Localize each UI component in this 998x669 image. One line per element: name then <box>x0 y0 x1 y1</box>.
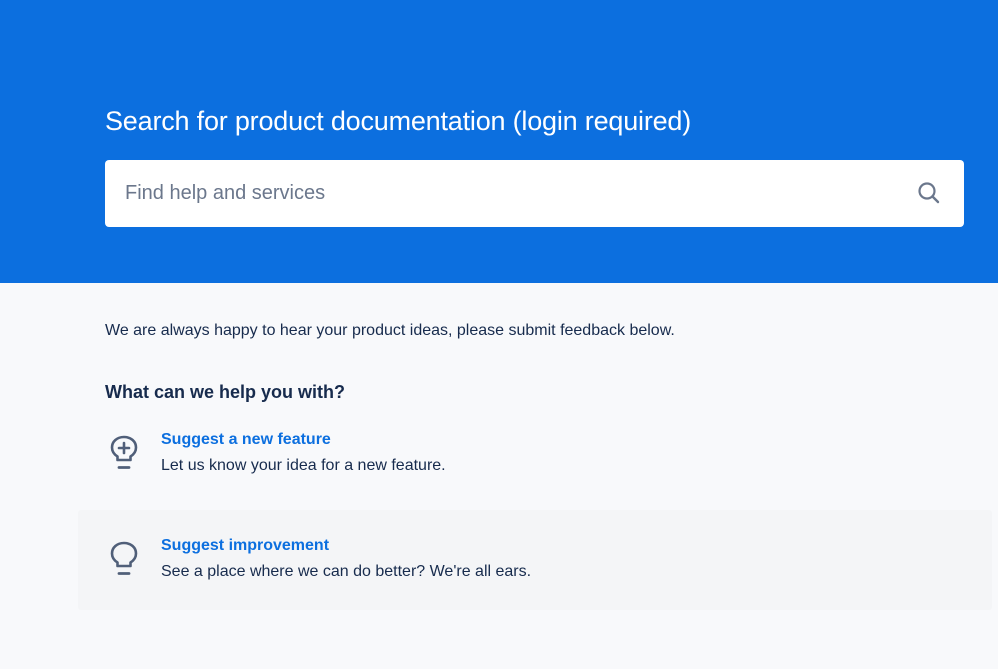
lightbulb-plus-icon <box>110 435 138 469</box>
lightbulb-icon <box>110 541 138 575</box>
search-input[interactable] <box>105 160 895 227</box>
option-title[interactable]: Suggest a new feature <box>161 429 331 451</box>
suggest-improvement-option[interactable]: Suggest improvement See a place where we… <box>78 510 992 610</box>
option-title[interactable]: Suggest improvement <box>161 535 329 557</box>
suggest-new-feature-option[interactable]: Suggest a new feature Let us know your i… <box>78 414 992 504</box>
help-heading: What can we help you with? <box>105 382 346 402</box>
option-description: Let us know your idea for a new feature. <box>161 457 446 474</box>
intro-text: We are always happy to hear your product… <box>105 322 675 339</box>
search-box[interactable] <box>105 160 964 227</box>
search-icon[interactable] <box>916 180 942 206</box>
banner-title: Search for product documentation (login … <box>105 106 692 136</box>
search-banner: Search for product documentation (login … <box>0 0 998 283</box>
option-description: See a place where we can do better? We'r… <box>161 563 532 580</box>
